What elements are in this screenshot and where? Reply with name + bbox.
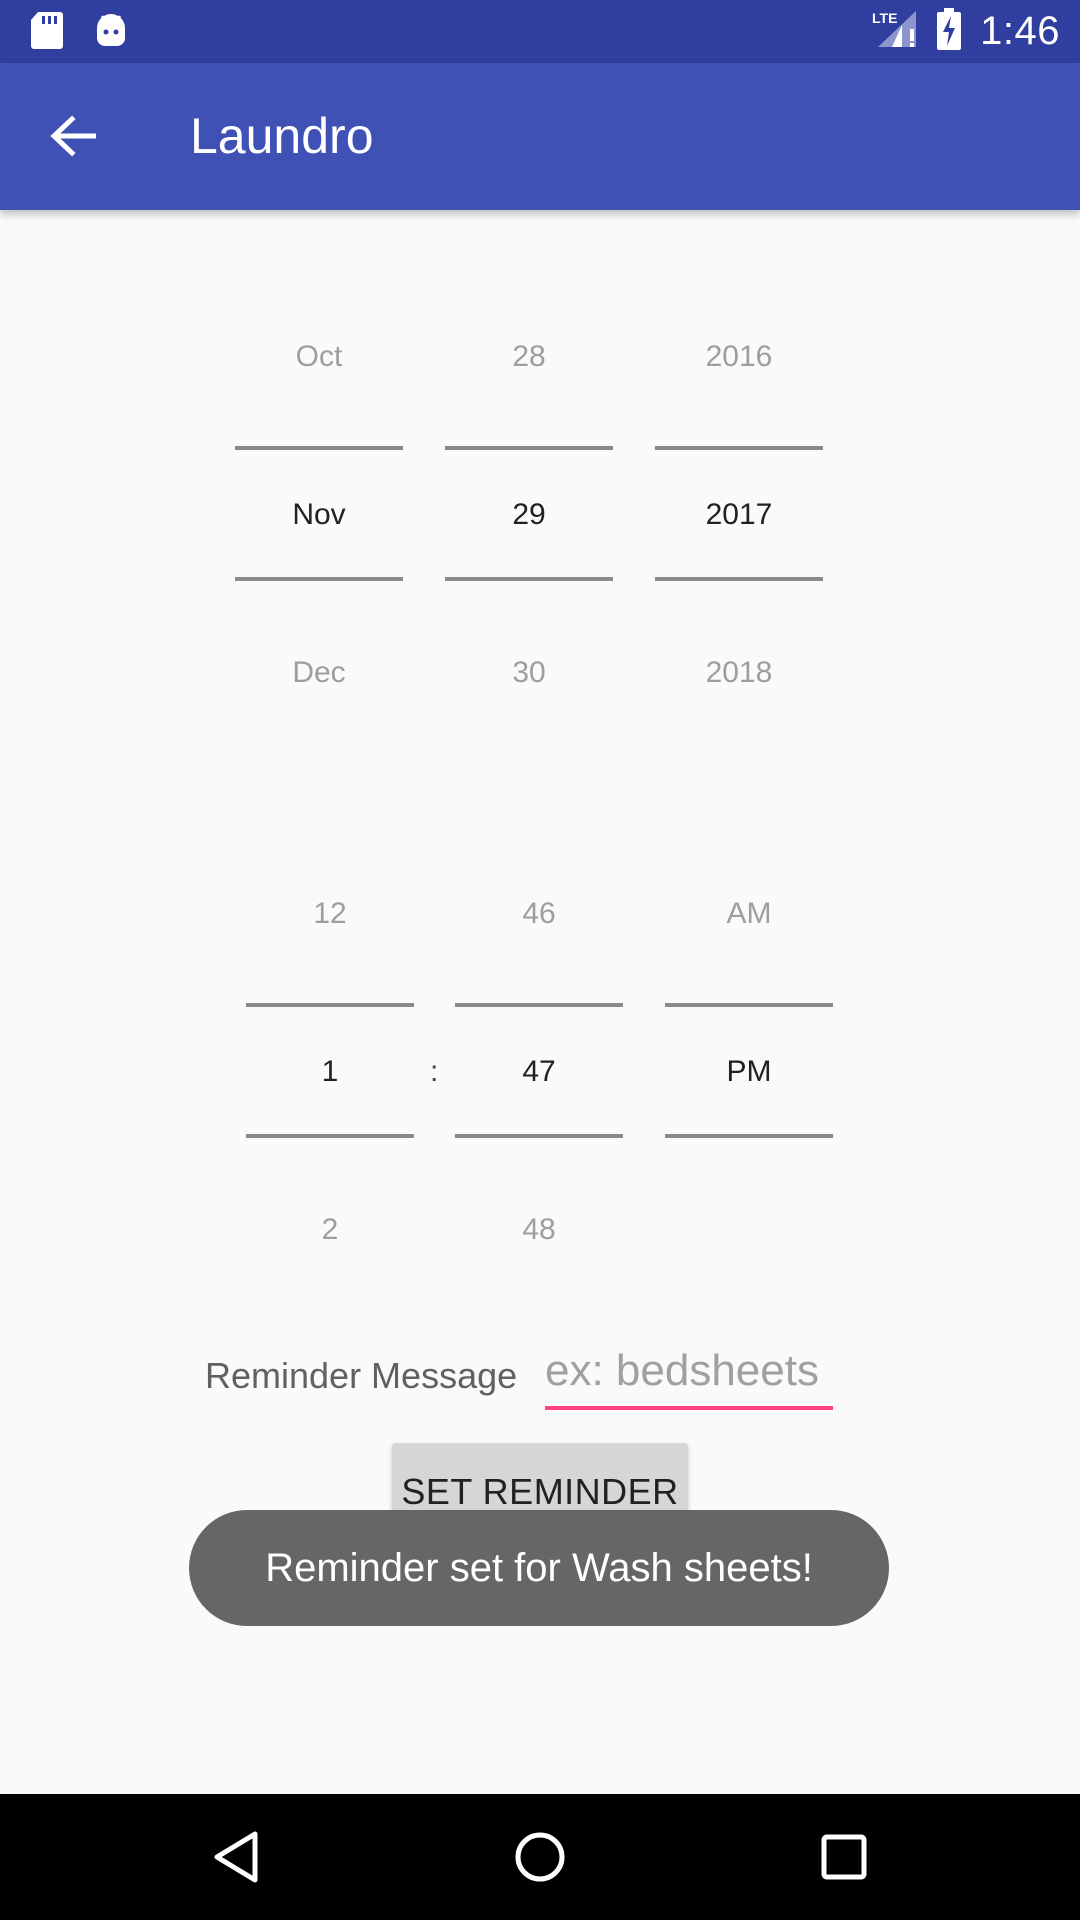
day-prev[interactable]: 28 xyxy=(445,340,613,374)
minute-divider-top xyxy=(455,1003,623,1007)
minute-prev[interactable]: 46 xyxy=(455,897,623,931)
hour-divider-top xyxy=(246,1003,414,1007)
android-icon xyxy=(94,10,128,55)
month-divider-bottom xyxy=(235,577,403,581)
nav-back-button[interactable] xyxy=(203,1824,269,1890)
month-divider-top xyxy=(235,446,403,450)
reminder-message-input[interactable] xyxy=(545,1336,833,1410)
ampm-selected[interactable]: PM xyxy=(665,1055,833,1089)
year-prev[interactable]: 2016 xyxy=(655,340,823,374)
ampm-divider-top xyxy=(665,1003,833,1007)
month-next[interactable]: Dec xyxy=(235,656,403,690)
year-picker[interactable]: 2016 2017 2018 xyxy=(655,320,823,720)
ampm-picker[interactable]: AM PM xyxy=(665,877,833,1277)
day-picker[interactable]: 28 29 30 xyxy=(445,320,613,720)
month-prev[interactable]: Oct xyxy=(235,340,403,374)
app-bar: Laundro xyxy=(0,63,1080,210)
back-button[interactable] xyxy=(40,103,106,169)
time-separator: : xyxy=(430,1055,439,1088)
year-divider-top xyxy=(655,446,823,450)
arrow-back-icon xyxy=(50,115,96,157)
navigation-bar xyxy=(0,1794,1080,1920)
hour-selected[interactable]: 1 xyxy=(246,1055,414,1089)
month-selected[interactable]: Nov xyxy=(235,498,403,532)
nav-recents-button[interactable] xyxy=(811,1824,877,1890)
day-divider-bottom xyxy=(445,577,613,581)
svg-text:LTE: LTE xyxy=(872,10,897,26)
year-next[interactable]: 2018 xyxy=(655,656,823,690)
battery-charging-icon xyxy=(936,7,962,56)
hour-prev[interactable]: 12 xyxy=(246,897,414,931)
toast-message: Reminder set for Wash sheets! xyxy=(189,1510,889,1626)
ampm-divider-bottom xyxy=(665,1134,833,1138)
minute-picker[interactable]: 46 47 48 xyxy=(455,877,623,1277)
month-picker[interactable]: Oct Nov Dec xyxy=(235,320,403,720)
sd-card-icon xyxy=(30,10,64,55)
day-selected[interactable]: 29 xyxy=(445,498,613,532)
status-system: LTE 1:46 xyxy=(872,0,1060,63)
hour-picker[interactable]: 12 1 2 xyxy=(246,877,414,1277)
back-triangle-icon xyxy=(214,1831,258,1883)
signal-icon: LTE xyxy=(872,7,918,56)
hour-divider-bottom xyxy=(246,1134,414,1138)
ampm-prev[interactable]: AM xyxy=(665,897,833,931)
recents-square-icon xyxy=(821,1834,867,1880)
minute-next[interactable]: 48 xyxy=(455,1213,623,1247)
day-divider-top xyxy=(445,446,613,450)
minute-divider-bottom xyxy=(455,1134,623,1138)
nav-home-button[interactable] xyxy=(507,1824,573,1890)
year-divider-bottom xyxy=(655,577,823,581)
status-bar: LTE 1:46 xyxy=(0,0,1080,63)
hour-next[interactable]: 2 xyxy=(246,1213,414,1247)
status-time: 1:46 xyxy=(980,9,1060,53)
minute-selected[interactable]: 47 xyxy=(455,1055,623,1089)
screen: LTE 1:46 Laundro Oct Nov Dec 28 29 30 20… xyxy=(0,0,1080,1920)
page-title: Laundro xyxy=(190,108,374,164)
home-circle-icon xyxy=(515,1832,565,1882)
day-next[interactable]: 30 xyxy=(445,656,613,690)
year-selected[interactable]: 2017 xyxy=(655,498,823,532)
status-notifications xyxy=(30,10,128,55)
reminder-message-label: Reminder Message xyxy=(205,1355,518,1396)
